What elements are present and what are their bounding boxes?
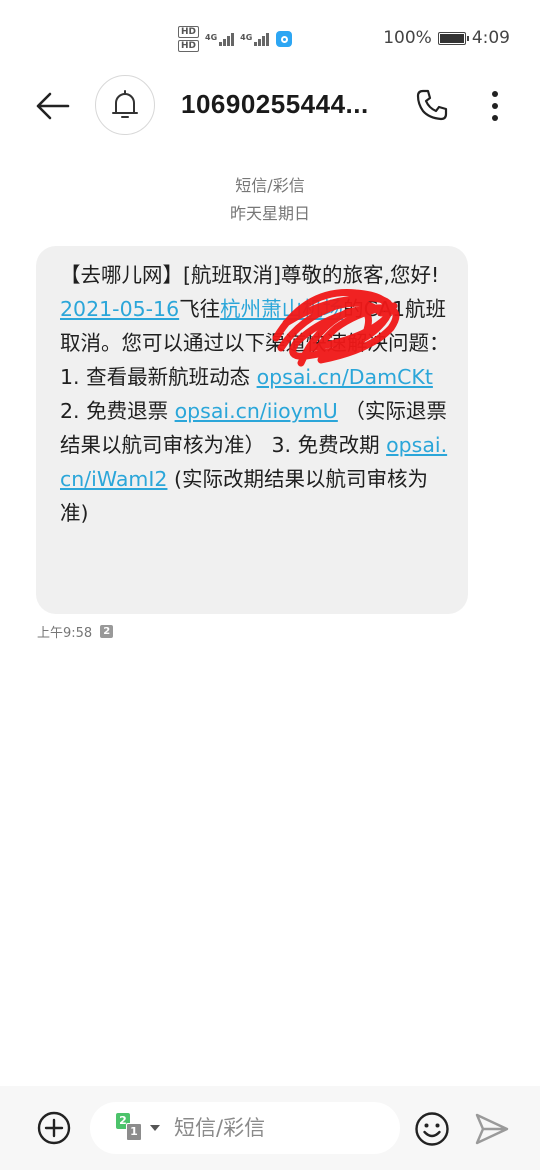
hd-indicators: HD HD — [178, 26, 200, 52]
message-input-wrap: 2 1 — [90, 1102, 400, 1154]
signal-1-icon: 4G — [205, 32, 235, 46]
send-icon — [475, 1113, 509, 1145]
emoji-icon — [415, 1112, 449, 1146]
more-button[interactable] — [484, 88, 506, 124]
status-left: HD HD 4G 4G — [178, 22, 293, 56]
message-segment: 飞往 — [179, 297, 221, 321]
redaction-scribble — [272, 289, 400, 367]
message-time: 上午9:58 — [37, 626, 93, 641]
hd-badge-1: HD — [178, 26, 200, 38]
thread-meta: 短信/彩信 昨天星期日 — [0, 172, 540, 228]
message-input[interactable] — [172, 1115, 376, 1141]
notification-app-icon — [276, 31, 293, 47]
status-right: 100% 4:09 — [383, 28, 510, 48]
sim-select-icon[interactable]: 2 1 — [116, 1113, 146, 1143]
add-circle-icon — [37, 1111, 71, 1145]
emoji-button[interactable] — [413, 1110, 451, 1148]
network-type-1: 4G — [205, 32, 218, 42]
more-vert-icon — [492, 91, 498, 121]
send-button[interactable] — [474, 1112, 510, 1146]
date-link[interactable]: 2021-05-16 — [60, 297, 179, 321]
chevron-down-icon[interactable] — [150, 1125, 160, 1131]
back-arrow-icon — [36, 92, 70, 120]
network-type-2: 4G — [240, 32, 253, 42]
message-segment: 2. 免费退票 — [60, 399, 175, 423]
refund-link[interactable]: opsai.cn/iioymU — [175, 399, 338, 423]
battery-icon — [437, 31, 469, 45]
message-bubble[interactable]: 【去哪儿网】[航班取消]尊敬的旅客,您好!2021-05-16飞往杭州萧山机场的… — [36, 246, 468, 614]
hd-badge-2: HD — [178, 40, 200, 52]
composer-bar: 2 1 — [0, 1086, 540, 1170]
sim-other: 1 — [126, 1123, 142, 1141]
conversation-header: 10690255444... — [0, 72, 540, 138]
contact-number[interactable]: 10690255444... — [181, 89, 391, 120]
attach-button[interactable] — [36, 1110, 72, 1146]
back-button[interactable] — [32, 86, 72, 126]
flight-status-link[interactable]: opsai.cn/DamCKt — [257, 365, 433, 389]
battery-percent: 100% — [383, 28, 432, 48]
call-button[interactable] — [414, 87, 450, 123]
message-meta: 上午9:58 2 — [37, 622, 114, 641]
date-separator: 昨天星期日 — [229, 204, 310, 223]
signal-2-icon: 4G — [240, 32, 270, 46]
phone-icon — [416, 89, 448, 121]
clock: 4:09 — [471, 28, 510, 48]
bell-icon — [112, 90, 138, 118]
avatar[interactable] — [95, 75, 155, 135]
status-bar: HD HD 4G 4G 100% 4:09 — [0, 0, 540, 80]
sim-badge: 2 — [100, 625, 114, 638]
message-type-label: 短信/彩信 — [235, 176, 305, 195]
